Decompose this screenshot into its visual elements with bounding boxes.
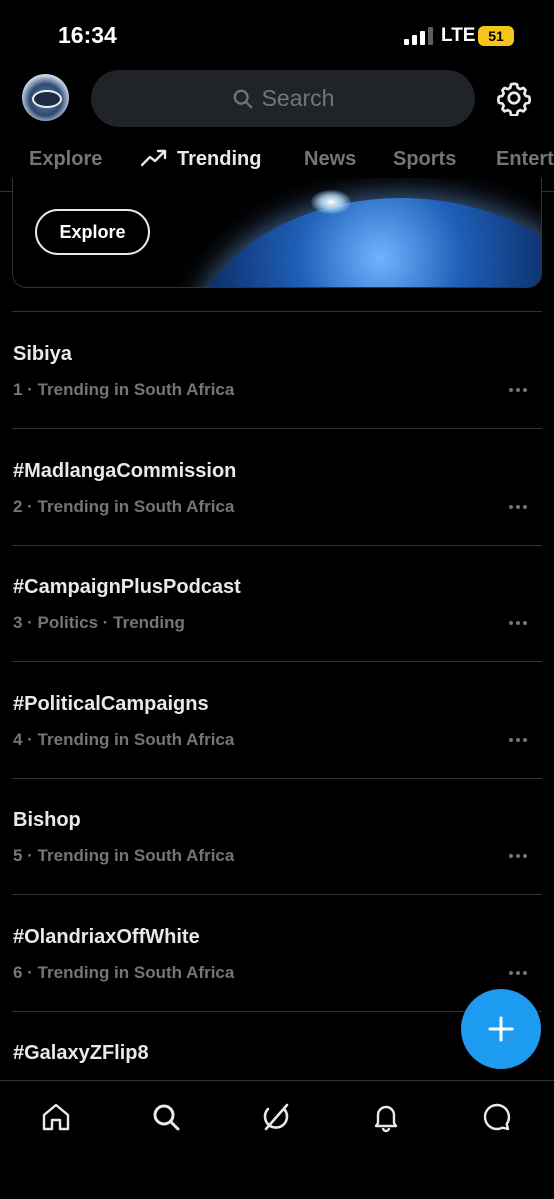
status-bar: 16:34 LTE 51 [0,0,554,70]
profile-avatar[interactable] [22,74,69,121]
status-time: 16:34 [58,22,117,48]
search-icon [233,89,252,108]
more-options-icon[interactable] [506,961,530,985]
battery-indicator: 51 [478,26,514,46]
tab-explore[interactable]: Explore [29,148,102,171]
tab-entertainment[interactable]: Entertainment [496,148,554,171]
grok-icon[interactable] [260,1101,292,1133]
messages-icon[interactable] [481,1101,513,1133]
trend-name: #PoliticalCampaigns [13,692,209,715]
more-options-icon[interactable] [506,378,530,402]
trend-name: Bishop [13,809,81,831]
search-input[interactable]: Search [91,70,475,127]
more-options-icon[interactable] [506,844,530,868]
trend-name: #CampaignPlusPodcast [13,576,241,598]
home-icon[interactable] [40,1101,72,1133]
tab-sports[interactable]: Sports [393,148,456,171]
more-options-icon[interactable] [506,495,530,519]
trending-arrow-icon [141,149,167,167]
trend-meta: 4 · Trending in South Africa [13,729,235,749]
earth-image [191,198,541,287]
trend-item[interactable]: #MadlangaCommission 2 · Trending in South… [0,429,554,546]
search-icon[interactable] [150,1101,182,1133]
tab-trending[interactable]: Trending [141,148,261,171]
trend-name: #OlandriaxOffWhite [13,925,200,948]
trend-item[interactable]: #CampaignPlusPodcast 3 · Politics · Trend… [0,545,554,662]
signal-icon [404,27,433,45]
tab-trending-label: Trending [177,148,262,170]
trend-meta: 5 · Trending in South Africa [13,846,235,865]
gear-icon[interactable] [496,80,532,116]
notifications-icon[interactable] [370,1101,402,1133]
compose-button[interactable] [461,989,541,1069]
trend-name: #GalaxyZFlip8 [13,1042,149,1064]
tab-news[interactable]: News [304,148,356,171]
trend-meta: 3 · Politics · Trending [13,613,185,632]
plus-icon [488,1016,514,1042]
sunrise-glow [311,190,351,214]
bottom-nav [0,1080,554,1199]
search-placeholder: Search [261,85,335,111]
explore-banner[interactable]: Explore [12,178,542,288]
trend-item[interactable]: Sibiya 1 · Trending in South Africa [0,312,554,429]
trend-meta: 1 · Trending in South Africa [13,380,235,399]
more-options-icon[interactable] [506,728,530,752]
trend-item[interactable]: Bishop 5 · Trending in South Africa [0,778,554,895]
trend-name: Sibiya [13,343,72,365]
explore-button[interactable]: Explore [35,209,150,255]
more-options-icon[interactable] [506,611,530,635]
trend-meta: 2 · Trending in South Africa [13,496,235,516]
trend-item[interactable]: #PoliticalCampaigns 4 · Trending in South… [0,662,554,779]
network-label: LTE [441,25,476,46]
trend-meta: 6 · Trending in South Africa [13,962,235,982]
trend-name: #MadlangaCommission [13,459,237,482]
trend-item[interactable]: #OlandriaxOffWhite 6 · Trending in South … [0,895,554,1012]
